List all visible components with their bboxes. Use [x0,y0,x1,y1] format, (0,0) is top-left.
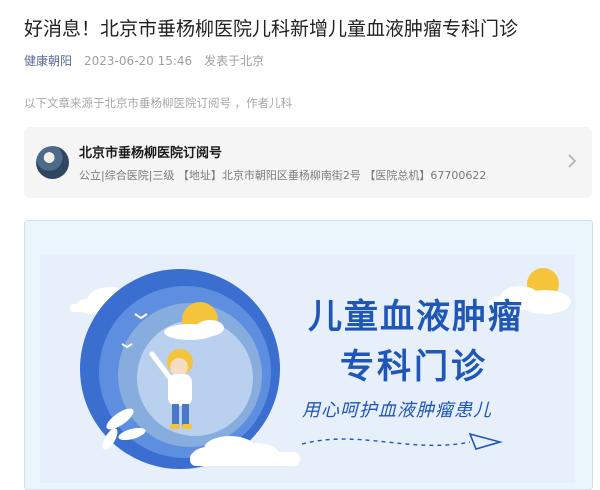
banner-title: 儿童血液肿瘤 [308,297,524,337]
article-meta: 健康朝阳 2023-06-20 15:46 发表于北京 [24,52,264,69]
account-name: 北京市垂杨柳医院订阅号 [79,146,223,161]
clinic-banner-image[interactable]: 儿童血液肿瘤 专科门诊 用心呵护血液肿瘤患儿 [40,254,575,483]
banner-slogan: 用心呵护血液肿瘤患儿 [302,400,492,421]
banner-subtitle: 专科门诊 [340,347,488,387]
hospital-avatar [36,146,69,179]
source-note: 以下文章来源于北京市垂杨柳医院订阅号 ，作者儿科 [24,96,293,110]
publish-location: 发表于北京 [204,54,265,68]
article-title: 好消息！北京市垂杨柳医院儿科新增儿童血液肿瘤专科门诊 [24,18,519,40]
account-text: 北京市垂杨柳医院订阅号 公立|综合医院|三级 【地址】北京市朝阳区垂杨柳南街2号… [79,142,564,183]
paper-plane-icon [468,432,503,450]
account-card[interactable]: 北京市垂杨柳医院订阅号 公立|综合医院|三级 【地址】北京市朝阳区垂杨柳南街2号… [24,127,592,198]
publish-date: 2023-06-20 15:46 [84,53,193,68]
chevron-right-icon [564,153,580,173]
account-description: 公立|综合医院|三级 【地址】北京市朝阳区垂杨柳南街2号 【医院总机】67700… [79,169,487,182]
author-link[interactable]: 健康朝阳 [24,52,72,69]
